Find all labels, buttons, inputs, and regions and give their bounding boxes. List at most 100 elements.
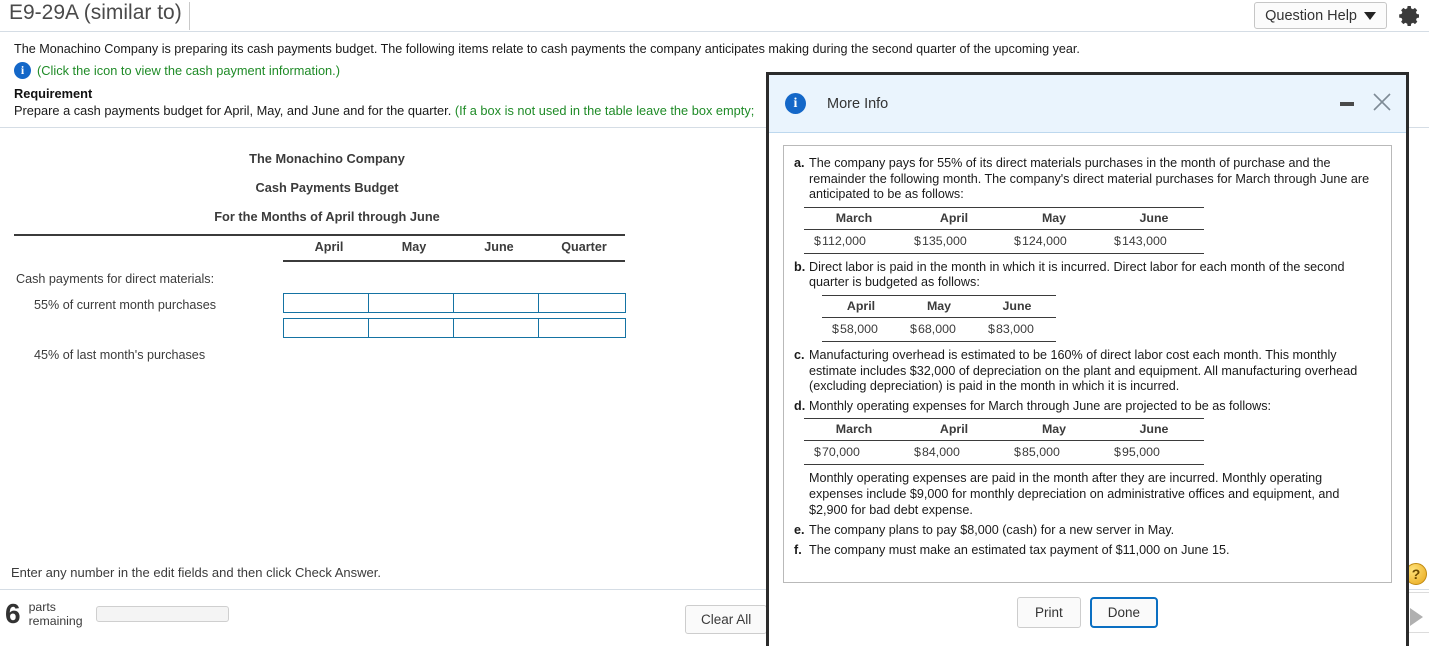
input-current-quarter[interactable] [538,293,626,313]
input-last-april[interactable] [283,318,371,338]
info-table-direct-labor: April May June $ 58,000 $ 68,000 $ 83,00… [822,294,1056,342]
budget-table: April May June Quarter Cash payments for… [14,234,626,362]
th-april: April [904,206,1004,230]
section-label-direct-materials: Cash payments for direct materials: [16,272,215,286]
parts-label: parts remaining [29,600,83,628]
column-header-may: May [401,240,427,254]
info-item-c-marker: c. [794,347,805,362]
table-row: April May June [822,294,1056,318]
parts-label-line2: remaining [28,614,83,628]
gear-icon[interactable] [1398,4,1422,28]
value-june: 143,000 [1122,229,1204,254]
info-item-d: d. Monthly operating expenses for March … [794,399,1379,415]
requirement-hint: (If a box is not used in the table leave… [454,103,755,118]
th-april: April [904,418,1004,442]
currency-symbol: $ [904,229,922,254]
info-table-operating-expenses: March April May June $ 70,000 $ 84,000 $… [804,418,1204,466]
info-item-a-text: The company pays for 55% of its direct m… [809,156,1370,202]
chevron-down-icon [1364,11,1376,20]
value-april: 84,000 [922,440,1004,466]
info-item-e: e. The company plans to pay $8,000 (cash… [794,523,1379,539]
th-june: June [1104,418,1204,442]
dialog-title: More Info [827,95,889,112]
info-item-b: b. Direct labor is paid in the month in … [794,260,1379,291]
clear-all-button[interactable]: Clear All [685,605,768,634]
info-item-e-marker: e. [794,523,805,538]
worksheet-period: For the Months of April through June [214,209,440,224]
table-row: $ 58,000 $ 68,000 $ 83,000 [822,317,1056,342]
currency-symbol: $ [1104,440,1122,466]
dialog-footer: Print Done [769,584,1406,646]
th-march: March [804,418,904,442]
print-button[interactable]: Print [1016,596,1081,628]
worksheet-budget-name: Cash Payments Budget [255,180,399,195]
parts-label-line1: parts [28,600,56,614]
value-march: 112,000 [822,229,904,254]
column-header-june: June [484,240,514,254]
th-march: March [804,206,904,230]
more-info-dialog: i More Info a. The company pays for 55% … [766,72,1409,646]
currency-symbol: $ [804,229,822,254]
value-april: 135,000 [922,229,1004,254]
info-item-f-text: The company must make an estimated tax p… [809,542,1230,557]
currency-symbol: $ [822,317,840,342]
requirement-text: Prepare a cash payments budget for April… [14,103,754,118]
info-popup-link[interactable]: i (Click the icon to view the cash payme… [14,62,340,79]
info-item-a-marker: a. [794,156,805,170]
input-last-quarter[interactable] [538,318,626,338]
input-current-april[interactable] [283,293,371,313]
top-bar: E9-29A (similar to) Question Help [0,0,1429,31]
worksheet-company-name: The Monachino Company [249,151,405,166]
requirement-heading: Requirement [14,86,93,101]
table-row: $ 70,000 $ 84,000 $ 85,000 $ 95,000 [804,440,1204,466]
input-current-may[interactable] [368,293,456,313]
value-april: 58,000 [840,317,900,342]
info-icon[interactable]: i [14,62,31,79]
column-header-april: April [314,240,344,254]
play-arrow-icon[interactable] [1410,608,1423,626]
minimize-icon[interactable] [1340,102,1354,106]
close-icon[interactable] [1371,91,1393,113]
currency-symbol: $ [900,317,918,342]
currency-symbol: $ [904,440,922,466]
value-june: 83,000 [996,317,1056,342]
th-june: June [978,294,1056,318]
topbar-divider [0,31,1429,32]
requirement-sentence: Prepare a cash payments budget for April… [14,103,452,118]
currency-symbol: $ [1104,229,1122,254]
info-panel: a. The company pays for 55% of its direc… [783,145,1392,583]
done-button[interactable]: Done [1089,596,1159,628]
info-item-c: c. Manufacturing overhead is estimated t… [794,348,1379,395]
currency-symbol: $ [804,440,822,466]
th-may: May [900,294,978,318]
info-item-d-text: Monthly operating expenses for March thr… [809,398,1272,413]
dialog-header: i More Info [769,75,1406,133]
question-help-button[interactable]: Question Help [1254,2,1387,29]
th-may: May [1004,206,1104,230]
problem-intro: The Monachino Company is preparing its c… [14,42,1080,56]
table-header-row: April May June Quarter [14,234,625,262]
info-item-d-note: Monthly operating expenses are paid in t… [809,471,1340,517]
info-item-b-text: Direct labor is paid in the month in whi… [809,259,1345,290]
info-item-f: f. The company must make an estimated ta… [794,543,1379,559]
th-june: June [1104,206,1204,230]
input-last-june[interactable] [453,318,541,338]
row-label-last-month: 45% of last month's purchases [34,348,206,362]
parts-count: 6 [5,598,21,629]
header-underline [283,260,625,262]
table-row: $ 112,000 $ 135,000 $ 124,000 $ 143,000 [804,229,1204,254]
input-last-may[interactable] [368,318,456,338]
value-march: 70,000 [822,440,904,466]
info-item-a: a. The company pays for 55% of its direc… [794,156,1379,203]
info-icon: i [785,93,806,114]
currency-symbol: $ [1004,440,1022,466]
input-current-june[interactable] [453,293,541,313]
table-row: March April May June [804,418,1204,442]
exercise-title: E9-29A (similar to) [9,1,182,24]
worksheet: The Monachino Company Cash Payments Budg… [0,140,760,362]
info-item-b-marker: b. [794,259,806,274]
info-item-c-text: Manufacturing overhead is estimated to b… [809,347,1358,394]
parts-remaining-indicator: 6 parts remaining [5,600,229,628]
info-link-label: (Click the icon to view the cash payment… [37,63,340,78]
dialog-body: a. The company pays for 55% of its direc… [769,133,1406,584]
